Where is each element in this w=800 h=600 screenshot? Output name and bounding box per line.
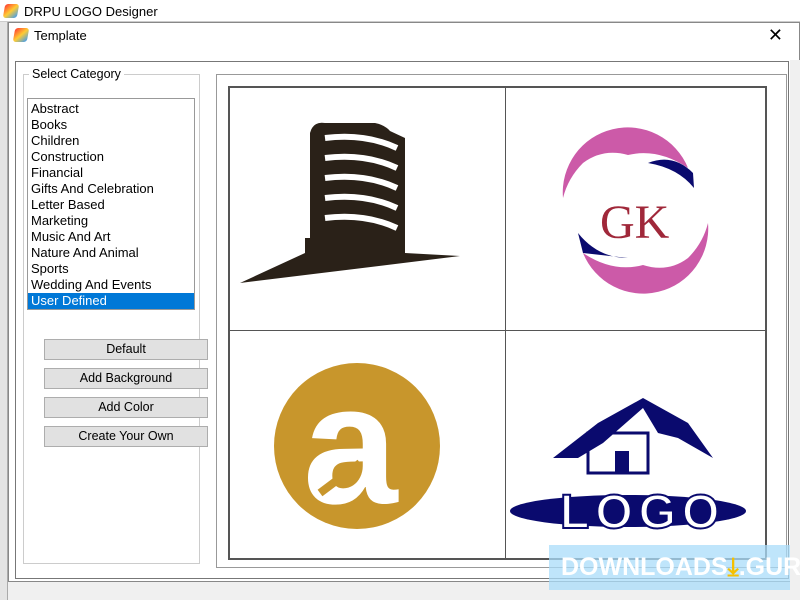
dialog-logo-icon <box>12 28 30 42</box>
category-item[interactable]: User Defined <box>28 293 194 309</box>
category-item[interactable]: Books <box>28 117 194 133</box>
category-item[interactable]: Marketing <box>28 213 194 229</box>
category-item[interactable]: Abstract <box>28 101 194 117</box>
letter-a-fork-logo-icon: a <box>274 350 440 540</box>
gk-text: GK <box>600 196 670 249</box>
category-item[interactable]: Nature And Animal <box>28 245 194 261</box>
category-item[interactable]: Gifts And Celebration <box>28 181 194 197</box>
category-item[interactable]: Sports <box>28 261 194 277</box>
watermark: DOWNLOADS⤓.GURU <box>549 545 800 590</box>
gk-hands-logo-icon: GK <box>562 127 709 294</box>
background-scrollbar[interactable] <box>790 60 800 600</box>
app-title-bar: DRPU LOGO Designer <box>0 0 800 22</box>
watermark-left: DOWNLOADS <box>561 553 728 581</box>
create-your-own-button[interactable]: Create Your Own <box>44 426 208 447</box>
template-building[interactable] <box>235 93 502 328</box>
default-button[interactable]: Default <box>44 339 208 360</box>
add-background-button[interactable]: Add Background <box>44 368 208 389</box>
grid-divider <box>505 88 506 558</box>
a-text: a <box>303 350 399 540</box>
template-gk[interactable]: GK <box>508 93 775 328</box>
category-label: Select Category <box>29 67 124 81</box>
template-dialog: Template ✕ Default Add Background Add Co… <box>8 22 800 582</box>
category-item[interactable]: Wedding And Events <box>28 277 194 293</box>
close-icon[interactable]: ✕ <box>768 25 783 46</box>
download-arrow-icon: ⤓ <box>727 553 739 581</box>
watermark-right: .GURU <box>738 553 800 581</box>
add-color-button[interactable]: Add Color <box>44 397 208 418</box>
app-title: DRPU LOGO Designer <box>24 4 158 19</box>
category-item[interactable]: Letter Based <box>28 197 194 213</box>
category-item[interactable]: Children <box>28 133 194 149</box>
category-item[interactable]: Music And Art <box>28 229 194 245</box>
template-letter-a[interactable]: a <box>235 333 502 568</box>
app-logo-icon <box>2 4 20 18</box>
dialog-title: Template <box>34 28 87 43</box>
template-house[interactable]: LOGO <box>508 333 775 568</box>
building-logo-icon <box>240 122 460 283</box>
grid-divider <box>230 330 765 331</box>
logo-text: LOGO <box>560 486 725 539</box>
background-window-edge <box>0 22 8 600</box>
category-item[interactable]: Financial <box>28 165 194 181</box>
house-logo-icon: LOGO <box>510 398 746 540</box>
category-list[interactable]: Abstract Books Children Construction Financi… <box>27 98 195 310</box>
dialog-title-bar: Template ✕ <box>9 23 799 47</box>
template-grid: GK a LOGO <box>228 86 767 560</box>
category-item[interactable]: Construction <box>28 149 194 165</box>
